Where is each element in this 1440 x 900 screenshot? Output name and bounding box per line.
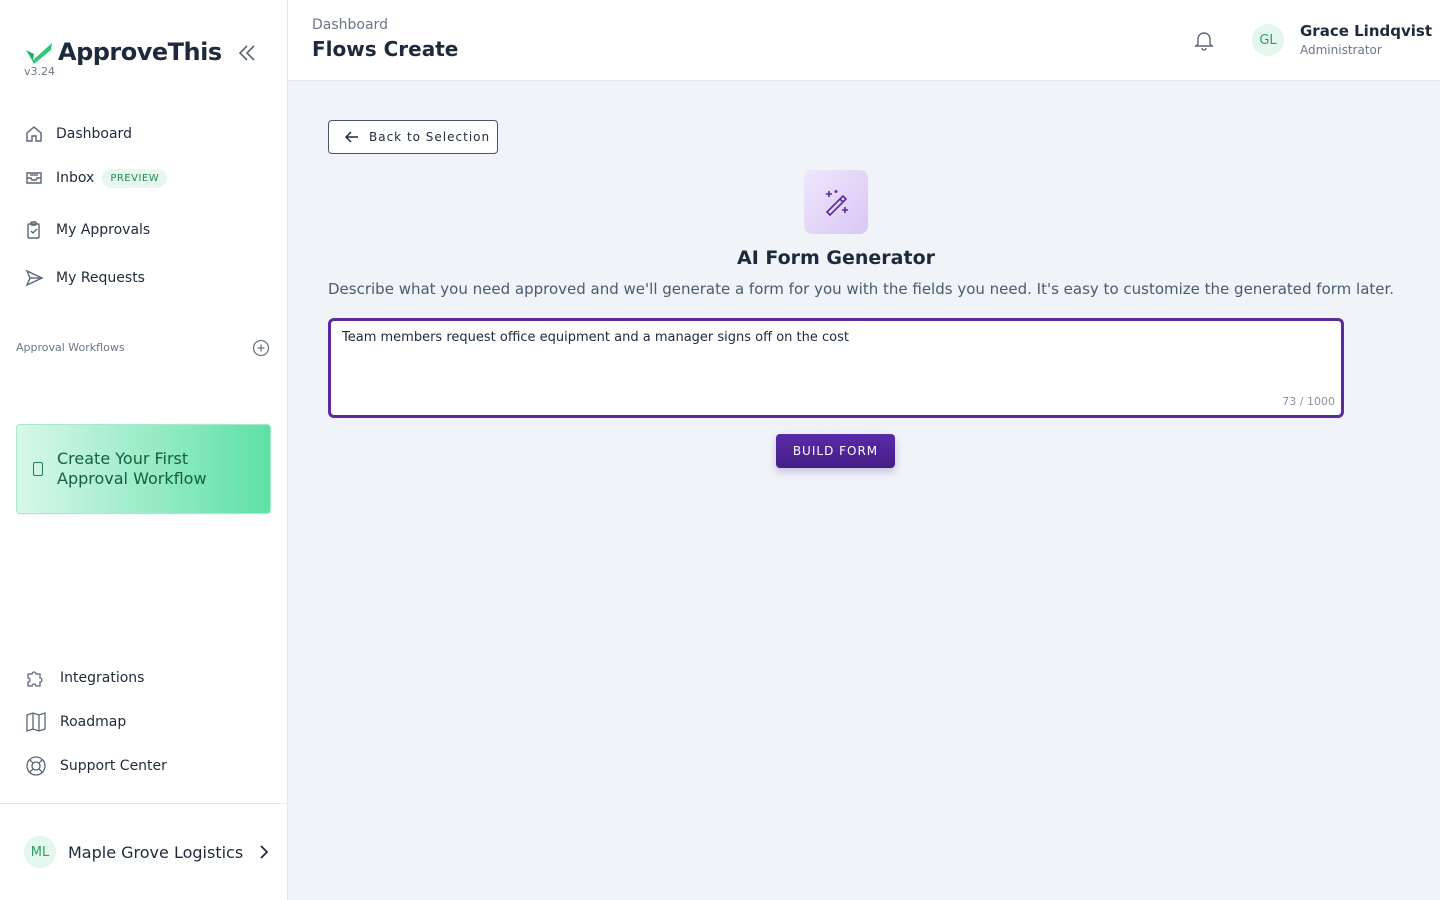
sidebar-item-label: Inbox [56, 170, 95, 186]
cta-label: Create Your First Approval Workflow [57, 449, 207, 488]
back-label: Back to Selection [369, 130, 491, 144]
prompt-textarea[interactable]: Team members request office equipment an… [342, 330, 1322, 390]
sidebar-item-label: Roadmap [60, 714, 127, 730]
lifebuoy-icon [26, 756, 46, 776]
brand-name: ApproveThis [58, 38, 222, 66]
home-icon [26, 126, 42, 142]
sidebar-item-label: My Approvals [56, 222, 151, 238]
sidebar: ApproveThis v3.24 Dashboard Inbox PREVIE… [0, 0, 288, 900]
prompt-textarea-container: Team members request office equipment an… [328, 318, 1344, 418]
send-icon [25, 269, 44, 287]
org-avatar: ML [24, 836, 56, 868]
magic-wand-icon [825, 190, 848, 217]
page-title: Flows Create [312, 37, 459, 61]
sidebar-item-my-requests[interactable]: My Requests [24, 268, 145, 288]
arrow-left-icon [345, 131, 358, 143]
chevron-right-icon [260, 845, 269, 859]
user-role: Administrator [1300, 43, 1382, 57]
sidebar-item-label: Integrations [60, 670, 145, 686]
add-workflow-icon[interactable] [252, 339, 270, 357]
sidebar-item-integrations[interactable]: Integrations [24, 666, 144, 690]
checkmark-logo-icon [26, 43, 52, 64]
sidebar-item-my-approvals[interactable]: My Approvals [24, 220, 150, 240]
org-name: Maple Grove Logistics [68, 842, 244, 862]
build-form-button[interactable]: BUILD FORM [776, 434, 895, 468]
inbox-icon [26, 172, 42, 184]
sidebar-item-label: Support Center [60, 758, 167, 774]
sidebar-item-roadmap[interactable]: Roadmap [24, 710, 126, 734]
ai-form-generator-title: AI Form Generator [736, 247, 936, 269]
map-icon [26, 712, 46, 732]
user-name: Grace Lindqvist [1300, 22, 1432, 40]
sidebar-item-dashboard[interactable]: Dashboard [24, 124, 132, 144]
ai-icon-box [804, 170, 868, 234]
user-avatar[interactable]: GL [1252, 24, 1284, 56]
puzzle-icon [27, 671, 43, 687]
character-count: 73 / 1000 [1282, 395, 1335, 408]
section-label-approval-workflows: Approval Workflows [16, 341, 125, 354]
back-to-selection-button[interactable]: Back to Selection [328, 120, 498, 154]
brand-logo[interactable]: ApproveThis [24, 38, 222, 66]
sidebar-item-support-center[interactable]: Support Center [24, 754, 167, 778]
collapse-sidebar-icon[interactable] [236, 42, 258, 64]
app-version: v3.24 [24, 65, 56, 78]
divider [0, 803, 288, 804]
create-first-workflow-button[interactable]: Create Your First Approval Workflow [16, 424, 271, 514]
top-header: Dashboard Flows Create GL Grace Lindqvis… [288, 0, 1440, 81]
organization-switcher[interactable]: ML Maple Grove Logistics [24, 836, 271, 868]
clipboard-check-icon [27, 221, 40, 239]
breadcrumb[interactable]: Dashboard [312, 17, 388, 33]
sidebar-item-label: My Requests [56, 270, 145, 286]
sidebar-item-inbox[interactable]: Inbox PREVIEW [24, 168, 168, 188]
ai-form-generator-description: Describe what you need approved and we'l… [328, 280, 1395, 298]
bell-icon[interactable] [1192, 28, 1216, 52]
sidebar-item-label: Dashboard [56, 126, 132, 142]
preview-badge: PREVIEW [102, 168, 168, 188]
document-icon [33, 462, 43, 476]
